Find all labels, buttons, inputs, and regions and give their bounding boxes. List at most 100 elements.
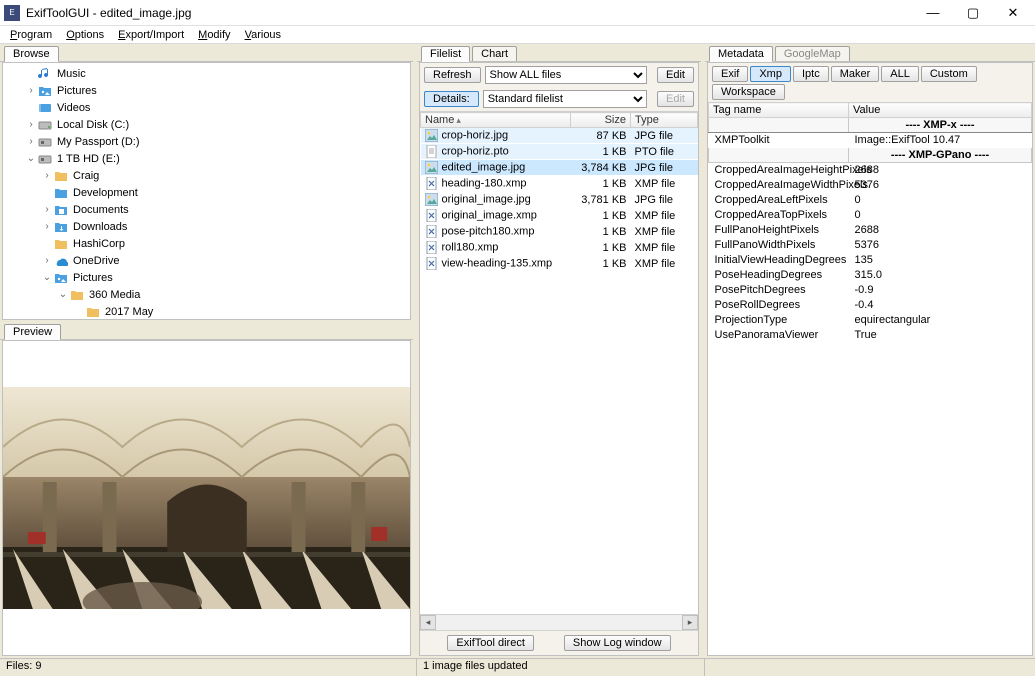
- metadata-row[interactable]: CroppedAreaImageHeightPixels2688: [709, 163, 1032, 178]
- menu-various[interactable]: Various: [239, 28, 288, 42]
- tab-googlemap[interactable]: GoogleMap: [775, 46, 850, 61]
- tab-filelist[interactable]: Filelist: [421, 46, 470, 62]
- menu-modify[interactable]: Modify: [192, 28, 236, 42]
- tree-item[interactable]: Music: [3, 65, 410, 82]
- exiftool-direct-button[interactable]: ExifTool direct: [447, 635, 533, 651]
- metadata-value: 135: [849, 253, 1032, 268]
- subtab-maker[interactable]: Maker: [831, 66, 880, 82]
- tree-twisty-icon[interactable]: ⌄: [41, 272, 53, 283]
- tree-item[interactable]: ›Documents: [3, 201, 410, 218]
- refresh-button[interactable]: Refresh: [424, 67, 481, 83]
- tree-item[interactable]: ⌄ 360 Media: [3, 286, 410, 303]
- edit-show-button[interactable]: Edit: [657, 67, 694, 83]
- tree-item[interactable]: ›My Passport (D:): [3, 133, 410, 150]
- subtab-exif[interactable]: Exif: [712, 66, 748, 82]
- tree-item[interactable]: ›OneDrive: [3, 252, 410, 269]
- tree-item-label: 1 TB HD (E:): [57, 153, 120, 165]
- tab-browse[interactable]: Browse: [4, 46, 59, 62]
- tree-item[interactable]: 2017 May: [3, 303, 410, 319]
- file-row[interactable]: edited_image.jpg3,784 KBJPG file: [421, 160, 698, 176]
- tree-twisty-icon[interactable]: ›: [41, 204, 53, 215]
- file-list[interactable]: Name▴ Size Type crop-horiz.jpg87 KBJPG f…: [420, 112, 698, 614]
- tree-twisty-icon[interactable]: ›: [41, 221, 53, 232]
- file-row[interactable]: view-heading-135.xmp1 KBXMP file: [421, 256, 698, 272]
- tree-item[interactable]: › Local Disk (C:): [3, 116, 410, 133]
- file-row[interactable]: original_image.jpg3,781 KBJPG file: [421, 192, 698, 208]
- tree-twisty-icon[interactable]: ›: [41, 255, 53, 266]
- file-type: XMP file: [631, 224, 698, 240]
- metadata-value: 0: [849, 208, 1032, 223]
- metadata-row[interactable]: CroppedAreaTopPixels0: [709, 208, 1032, 223]
- tree-twisty-icon[interactable]: ⌄: [57, 289, 69, 300]
- file-row[interactable]: crop-horiz.jpg87 KBJPG file: [421, 128, 698, 144]
- browse-tabstrip: Browse: [0, 44, 413, 62]
- metadata-row[interactable]: XMPToolkitImage::ExifTool 10.47: [709, 133, 1032, 148]
- menu-export-import[interactable]: Export/Import: [112, 28, 190, 42]
- metadata-grid[interactable]: Tag name Value ---- XMP-x ----XMPToolkit…: [708, 102, 1032, 655]
- metadata-row[interactable]: FullPanoHeightPixels2688: [709, 223, 1032, 238]
- file-type: PTO file: [631, 144, 698, 160]
- tree-twisty-icon[interactable]: ›: [41, 170, 53, 181]
- tree-item[interactable]: ⌄Pictures: [3, 269, 410, 286]
- file-row[interactable]: pose-pitch180.xmp1 KBXMP file: [421, 224, 698, 240]
- file-size: 87 KB: [571, 128, 631, 144]
- file-row[interactable]: roll180.xmp1 KBXMP file: [421, 240, 698, 256]
- col-type[interactable]: Type: [631, 113, 698, 128]
- metadata-row[interactable]: CroppedAreaImageWidthPixels5376: [709, 178, 1032, 193]
- tree-item[interactable]: Videos: [3, 99, 410, 116]
- details-button[interactable]: Details:: [424, 91, 479, 107]
- tree-twisty-icon[interactable]: ›: [25, 136, 37, 147]
- tab-metadata[interactable]: Metadata: [709, 46, 773, 62]
- show-files-dropdown[interactable]: Show ALL files: [485, 66, 648, 84]
- subtab-custom[interactable]: Custom: [921, 66, 977, 82]
- col-tag-name[interactable]: Tag name: [709, 103, 849, 118]
- tree-item[interactable]: Development: [3, 184, 410, 201]
- subtab-iptc[interactable]: Iptc: [793, 66, 829, 82]
- workspace-button[interactable]: Workspace: [712, 84, 785, 100]
- tree-item[interactable]: ⌄ 1 TB HD (E:): [3, 150, 410, 167]
- tree-item[interactable]: ›Downloads: [3, 218, 410, 235]
- col-size[interactable]: Size: [571, 113, 631, 128]
- window-maximize-button[interactable]: ▢: [953, 1, 993, 25]
- metadata-row[interactable]: ProjectionTypeequirectangular: [709, 313, 1032, 328]
- col-tag-value[interactable]: Value: [849, 103, 1032, 118]
- tree-item[interactable]: HashiCorp: [3, 235, 410, 252]
- file-row[interactable]: heading-180.xmp1 KBXMP file: [421, 176, 698, 192]
- subtab-xmp[interactable]: Xmp: [750, 66, 791, 82]
- file-name: crop-horiz.jpg: [442, 129, 509, 141]
- metadata-row[interactable]: UsePanoramaViewerTrue: [709, 328, 1032, 343]
- window-close-button[interactable]: ✕: [993, 1, 1033, 25]
- file-row[interactable]: original_image.xmp1 KBXMP file: [421, 208, 698, 224]
- tree-twisty-icon[interactable]: ›: [25, 85, 37, 96]
- menu-program[interactable]: Program: [4, 28, 58, 42]
- metadata-row[interactable]: PoseHeadingDegrees315.0: [709, 268, 1032, 283]
- tab-preview[interactable]: Preview: [4, 324, 61, 340]
- metadata-row[interactable]: PoseRollDegrees-0.4: [709, 298, 1032, 313]
- metadata-row[interactable]: FullPanoWidthPixels5376: [709, 238, 1032, 253]
- folder-pic-icon: [37, 84, 53, 98]
- tab-chart[interactable]: Chart: [472, 46, 517, 61]
- tree-item[interactable]: ›Pictures: [3, 82, 410, 99]
- tree-item[interactable]: ›Craig: [3, 167, 410, 184]
- file-list-hscroll[interactable]: ◂ ▸: [420, 614, 698, 630]
- metadata-row[interactable]: CroppedAreaLeftPixels0: [709, 193, 1032, 208]
- metadata-row[interactable]: PosePitchDegrees-0.9: [709, 283, 1032, 298]
- file-row[interactable]: crop-horiz.pto1 KBPTO file: [421, 144, 698, 160]
- metadata-row[interactable]: InitialViewHeadingDegrees135: [709, 253, 1032, 268]
- tree-item-label: Local Disk (C:): [57, 119, 129, 131]
- metadata-tag: CroppedAreaImageHeightPixels: [709, 163, 849, 178]
- scroll-right-icon[interactable]: ▸: [682, 615, 698, 630]
- details-dropdown[interactable]: Standard filelist: [483, 90, 647, 108]
- show-log-button[interactable]: Show Log window: [564, 635, 671, 651]
- folder-doc-icon: [53, 203, 69, 217]
- col-name[interactable]: Name▴: [421, 113, 571, 128]
- tree-twisty-icon[interactable]: ›: [25, 119, 37, 130]
- folder-icon: [53, 169, 69, 183]
- tree-twisty-icon[interactable]: ⌄: [25, 153, 37, 164]
- subtab-all[interactable]: ALL: [881, 66, 919, 82]
- scroll-left-icon[interactable]: ◂: [420, 615, 436, 630]
- menu-options[interactable]: Options: [60, 28, 110, 42]
- window-minimize-button[interactable]: —: [913, 1, 953, 25]
- folder-tree[interactable]: Music›PicturesVideos › Local Disk (C:) ›My …: [3, 63, 410, 319]
- tree-item-label: 360 Media: [89, 289, 140, 301]
